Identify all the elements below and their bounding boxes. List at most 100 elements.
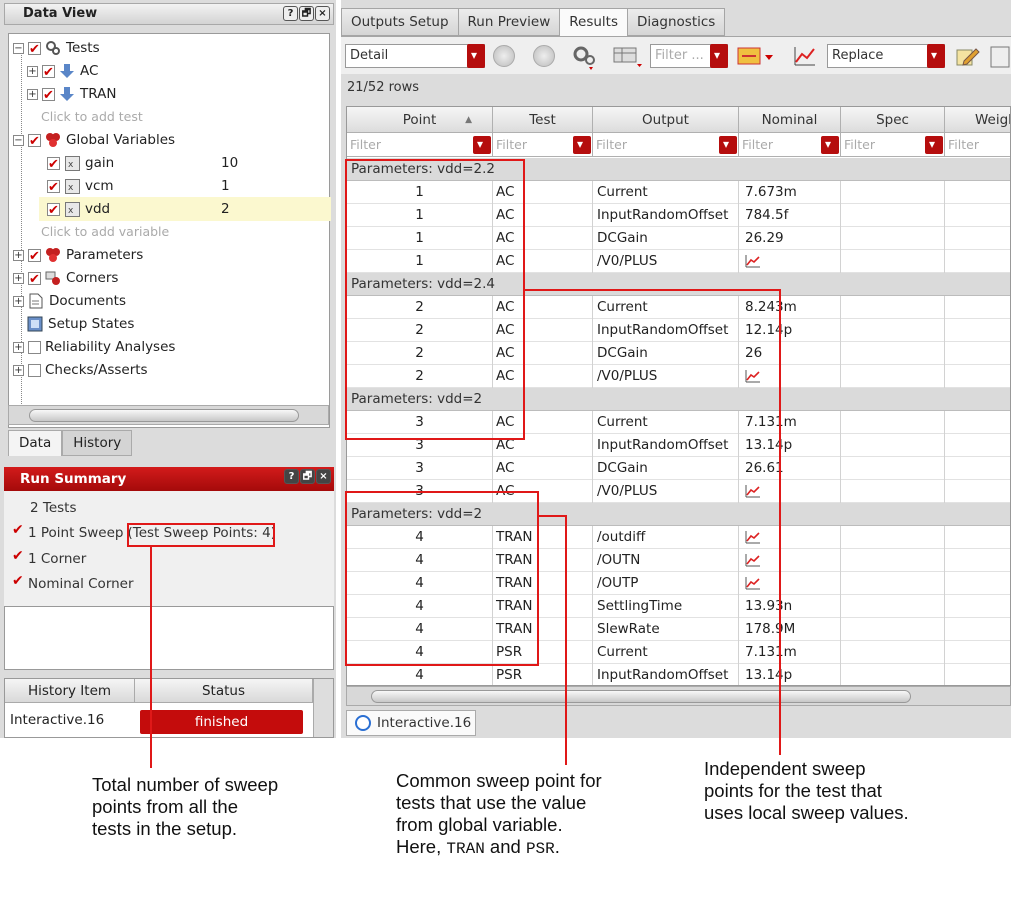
collapse-icon[interactable]: − xyxy=(13,42,24,54)
variable-row-vcm[interactable]: x vcm xyxy=(47,175,114,199)
filter-field-test[interactable]: Filter xyxy=(493,132,593,157)
filter-select[interactable]: Filter ... xyxy=(650,44,728,68)
expand-icon[interactable]: + xyxy=(13,295,24,307)
chevron-down-icon[interactable] xyxy=(473,132,491,156)
expand-icon[interactable]: + xyxy=(13,341,24,353)
waveform-plot-icon[interactable] xyxy=(745,529,761,544)
close-button[interactable]: × xyxy=(316,469,331,484)
tree-item-corners[interactable]: + Corners xyxy=(13,267,118,291)
tab-history[interactable]: History xyxy=(62,430,133,456)
chevron-down-icon[interactable] xyxy=(925,132,943,156)
expand-icon[interactable]: + xyxy=(13,249,24,261)
table-row[interactable]: 4 PSR InputRandomOffset 13.14p xyxy=(347,664,1010,685)
waveform-plot-icon[interactable] xyxy=(745,368,761,383)
vcm-checkbox[interactable] xyxy=(47,177,60,199)
tree-item-parameters[interactable]: + Parameters xyxy=(13,244,143,268)
column-header-nominal[interactable]: Nominal xyxy=(739,107,841,133)
scrollbar-thumb[interactable] xyxy=(29,409,299,422)
ac-checkbox[interactable] xyxy=(42,62,55,84)
variable-value[interactable]: 1 xyxy=(221,175,230,197)
forward-circle-icon[interactable] xyxy=(533,45,555,67)
filter-field-nominal[interactable]: Filter xyxy=(739,132,841,157)
table-row[interactable]: 3 AC DCGain 26.61 xyxy=(347,457,1010,480)
chevron-down-icon[interactable] xyxy=(710,44,728,68)
variable-value[interactable]: 10 xyxy=(221,152,238,174)
waveform-plot-icon[interactable] xyxy=(745,575,761,590)
scrollbar-thumb[interactable] xyxy=(371,690,911,703)
reliability-checkbox[interactable] xyxy=(28,340,41,354)
tab-data[interactable]: Data xyxy=(8,430,63,456)
waveform-plot-icon[interactable] xyxy=(745,552,761,567)
corners-checkbox[interactable] xyxy=(28,269,41,291)
gain-checkbox[interactable] xyxy=(47,154,60,176)
help-button[interactable]: ? xyxy=(284,469,299,484)
parameters-checkbox[interactable] xyxy=(28,246,41,268)
tree-item-global-variables[interactable]: − Global Variables xyxy=(13,129,175,153)
click-to-add-variable[interactable]: Click to add variable xyxy=(41,221,169,243)
expand-icon[interactable]: + xyxy=(13,272,24,284)
filter-field-spec[interactable]: Filter xyxy=(841,132,945,157)
expand-icon[interactable]: + xyxy=(13,364,24,376)
caption-line: tests that use the value xyxy=(396,792,587,813)
chevron-down-icon[interactable] xyxy=(821,132,839,156)
back-circle-icon[interactable] xyxy=(493,45,515,67)
tab-outputs-setup[interactable]: Outputs Setup xyxy=(341,8,458,36)
table-view-icon[interactable] xyxy=(613,45,643,69)
tab-diagnostics[interactable]: Diagnostics xyxy=(627,8,726,36)
checks-checkbox[interactable] xyxy=(28,363,41,377)
tab-results[interactable]: Results xyxy=(559,8,627,37)
tree-item-documents[interactable]: + Documents xyxy=(13,290,126,312)
waveform-plot-icon[interactable] xyxy=(745,253,761,268)
export-icon[interactable] xyxy=(989,45,1011,69)
tests-checkbox[interactable] xyxy=(28,39,41,61)
filter-field-point[interactable]: Filter xyxy=(347,132,493,157)
settings-gears-icon[interactable] xyxy=(571,44,599,70)
variable-row-vdd[interactable]: x vdd xyxy=(47,198,110,222)
tree-item-ac[interactable]: + AC xyxy=(27,60,98,84)
plot-icon[interactable] xyxy=(793,45,817,67)
column-header-test[interactable]: Test xyxy=(493,107,593,133)
help-button[interactable]: ? xyxy=(283,6,298,21)
tab-interactive-run[interactable]: Interactive.16 xyxy=(346,710,476,736)
tree-item-tran[interactable]: + TRAN xyxy=(27,83,116,107)
filter-field-weight[interactable]: Filter xyxy=(945,133,1010,157)
history-item-header[interactable]: History Item xyxy=(5,679,135,703)
column-header-spec[interactable]: Spec xyxy=(841,107,945,133)
history-vertical-scrollbar[interactable] xyxy=(313,679,333,737)
chevron-down-icon[interactable] xyxy=(719,132,737,156)
chevron-down-icon[interactable] xyxy=(467,44,485,68)
edit-icon[interactable] xyxy=(954,43,980,69)
filter-field-output[interactable]: Filter xyxy=(593,132,739,157)
variable-row-gain[interactable]: x gain xyxy=(47,152,114,176)
results-horizontal-scrollbar[interactable] xyxy=(346,686,1011,706)
compare-icon[interactable] xyxy=(737,45,779,69)
click-to-add-test[interactable]: Click to add test xyxy=(41,106,143,128)
expand-icon[interactable]: + xyxy=(27,65,38,77)
tree-item-setup-states[interactable]: Setup States xyxy=(27,313,134,335)
variable-value[interactable]: 2 xyxy=(221,198,230,220)
tree-item-tests[interactable]: − Tests xyxy=(13,37,100,61)
replace-mode-select[interactable]: Replace xyxy=(827,44,945,68)
float-button[interactable]: 🗗 xyxy=(300,469,315,484)
tab-run-preview[interactable]: Run Preview xyxy=(457,8,560,36)
column-header-weight[interactable]: Weigh xyxy=(945,107,1010,133)
waveform-plot-icon[interactable] xyxy=(745,483,761,498)
tran-checkbox[interactable] xyxy=(42,85,55,107)
chevron-down-icon[interactable] xyxy=(927,44,945,68)
history-status-header[interactable]: Status xyxy=(135,679,313,703)
expand-icon[interactable]: + xyxy=(27,88,38,100)
float-button[interactable]: 🗗 xyxy=(299,6,314,21)
tree-item-reliability[interactable]: + Reliability Analyses xyxy=(13,336,175,358)
column-header-output[interactable]: Output xyxy=(593,107,739,133)
tree-item-checks[interactable]: + Checks/Asserts xyxy=(13,359,148,381)
tree-horizontal-scrollbar[interactable] xyxy=(8,405,329,425)
view-mode-select[interactable]: Detail xyxy=(345,44,485,68)
close-button[interactable]: × xyxy=(315,6,330,21)
nominal-cell: 13.93n xyxy=(739,595,841,618)
chevron-down-icon[interactable] xyxy=(573,132,591,156)
global-variables-checkbox[interactable] xyxy=(28,131,41,153)
history-item[interactable]: Interactive.16 xyxy=(10,712,104,728)
column-header-point[interactable]: Point ▲ xyxy=(347,107,493,133)
vdd-checkbox[interactable] xyxy=(47,200,60,222)
collapse-icon[interactable]: − xyxy=(13,134,24,146)
